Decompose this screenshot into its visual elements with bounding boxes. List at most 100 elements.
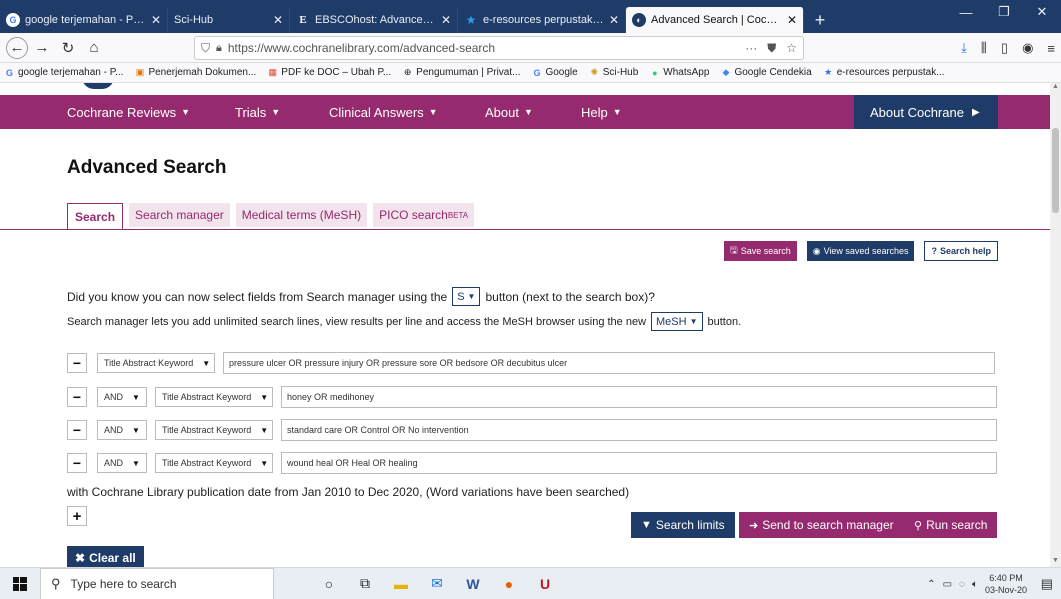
field-select[interactable]: Title Abstract Keyword ▼: [155, 387, 273, 407]
tab-medical-terms[interactable]: Medical terms (MeSH): [235, 203, 368, 227]
nav-help[interactable]: Help ▼: [581, 105, 622, 120]
bookmark-item[interactable]: ▦ PDF ke DOC – Ubah P...: [267, 67, 392, 78]
clock-time: 6:40 PM: [989, 573, 1023, 583]
browser-tab-4[interactable]: ★ e-resources perpustakaan nasio ✕: [458, 7, 626, 33]
tab-search[interactable]: Search: [67, 203, 124, 230]
caret-down-icon: ▼: [260, 458, 269, 468]
close-icon[interactable]: ✕: [441, 13, 451, 27]
chevron-up-icon[interactable]: ⌃: [927, 579, 935, 590]
operator-select[interactable]: AND ▼: [97, 453, 147, 473]
nav-about[interactable]: About ▼: [485, 105, 533, 120]
bookmark-item[interactable]: Ggoogle terjemahan - P...: [4, 67, 123, 78]
nav-clinical-answers[interactable]: Clinical Answers ▼: [329, 105, 438, 120]
scrollbar-thumb[interactable]: [1052, 128, 1059, 213]
close-icon[interactable]: ✕: [151, 13, 161, 27]
close-icon[interactable]: ✕: [273, 13, 283, 27]
new-tab-button[interactable]: +: [804, 7, 836, 33]
cochrane-logo[interactable]: [72, 83, 332, 93]
send-to-search-manager-button[interactable]: ➜ Send to search manager: [739, 512, 904, 538]
tab-search-manager[interactable]: Search manager: [129, 203, 230, 227]
browser-tab-1[interactable]: G google terjemahan - Penelusur ✕: [0, 7, 168, 33]
add-line-button[interactable]: +: [67, 506, 87, 526]
network-icon[interactable]: ◌: [959, 579, 965, 590]
file-explorer-icon[interactable]: ▬: [392, 575, 410, 593]
mesh-button[interactable]: MeSH ▼: [651, 312, 703, 331]
remove-line-button[interactable]: −: [67, 420, 87, 440]
menu-icon[interactable]: ≡: [1047, 41, 1055, 56]
sidebar-icon[interactable]: ▯: [1001, 40, 1008, 56]
windows-start-icon[interactable]: [0, 568, 40, 599]
battery-icon[interactable]: ▭: [943, 579, 952, 590]
page-actions-icon[interactable]: ···: [745, 41, 757, 56]
browser-tab-3[interactable]: E EBSCOhost: Advanced Search ✕: [290, 7, 458, 33]
operator-select[interactable]: AND ▼: [97, 387, 147, 407]
taskbar-search-input[interactable]: ⚲ Type here to search: [40, 567, 274, 599]
close-window-icon[interactable]: ✕: [1023, 0, 1061, 24]
back-icon[interactable]: ←: [6, 36, 28, 59]
save-search-button[interactable]: 🖫 Save search: [724, 241, 797, 261]
clear-all-button[interactable]: ✖ Clear all: [67, 546, 144, 567]
bookmark-item[interactable]: ▣ Penerjemah Dokumen...: [134, 67, 257, 78]
mail-icon[interactable]: ✉: [428, 575, 446, 593]
browser-tab-2[interactable]: Sci-Hub ✕: [168, 7, 290, 33]
notification-icon[interactable]: ▤: [1041, 576, 1053, 592]
reload-icon[interactable]: ↻: [56, 36, 80, 60]
remove-line-button[interactable]: −: [67, 387, 87, 407]
nav-cochrane-reviews[interactable]: Cochrane Reviews ▼: [67, 105, 190, 120]
bookmark-item[interactable]: ◆ Google Cendekia: [720, 67, 811, 78]
volume-icon[interactable]: 🔈︎: [972, 579, 978, 590]
search-query-input[interactable]: wound heal OR Heal OR healing: [281, 452, 997, 474]
run-search-button[interactable]: ⚲ Run search: [904, 512, 998, 538]
word-icon[interactable]: W: [464, 575, 482, 593]
restore-icon[interactable]: ❐: [985, 0, 1023, 24]
page-scrollbar[interactable]: ▲ ▼: [1050, 83, 1061, 567]
tab-pico-search[interactable]: PICO search BETA: [373, 203, 475, 227]
forward-icon[interactable]: →: [30, 36, 54, 60]
pocket-icon[interactable]: ⛊: [767, 41, 776, 56]
remove-line-button[interactable]: −: [67, 353, 87, 373]
page-title: Advanced Search: [67, 157, 227, 178]
operator-select[interactable]: AND ▼: [97, 420, 147, 440]
bookmark-label: PDF ke DOC – Ubah P...: [281, 67, 392, 78]
shield-icon[interactable]: ⛉: [201, 41, 210, 56]
view-saved-searches-button[interactable]: ◉ View saved searches: [806, 241, 915, 261]
info-text-line-2: Search manager lets you add unlimited se…: [67, 312, 741, 331]
s-field-button[interactable]: S ▼: [452, 287, 481, 306]
lock-icon[interactable]: 🔒︎: [216, 42, 222, 55]
star-icon: ★: [465, 13, 477, 27]
bookmark-item[interactable]: G Google: [531, 67, 577, 78]
clock[interactable]: 6:40 PM 03-Nov-20: [985, 572, 1027, 596]
firefox-icon[interactable]: ●: [500, 575, 518, 593]
search-query-input[interactable]: pressure ulcer OR pressure injury OR pre…: [223, 352, 995, 374]
task-view-icon[interactable]: ⧉: [356, 575, 374, 593]
scroll-down-icon[interactable]: ▼: [1050, 557, 1061, 567]
mcafee-icon[interactable]: U: [536, 575, 554, 593]
close-icon[interactable]: ✕: [609, 13, 619, 27]
url-text[interactable]: https://www.cochranelibrary.com/advanced…: [228, 41, 495, 55]
nav-trials[interactable]: Trials ▼: [235, 105, 280, 120]
search-query-input[interactable]: honey OR medihoney: [281, 386, 997, 408]
field-select[interactable]: Title Abstract Keyword ▼: [155, 420, 273, 440]
cortana-icon[interactable]: ○: [320, 575, 338, 593]
search-help-button[interactable]: ? Search help: [924, 241, 998, 261]
field-select[interactable]: Title Abstract Keyword ▼: [97, 353, 215, 373]
browser-tab-5[interactable]: ◐ Advanced Search | Cochrane Li ✕: [626, 7, 804, 33]
library-icon[interactable]: ⫼: [981, 40, 987, 56]
search-limits-button[interactable]: ▼ Search limits: [631, 512, 735, 538]
home-icon[interactable]: ⌂: [82, 36, 106, 60]
field-select[interactable]: Title Abstract Keyword ▼: [155, 453, 273, 473]
search-query-input[interactable]: standard care OR Control OR No intervent…: [281, 419, 997, 441]
about-cochrane-button[interactable]: About Cochrane ▶: [854, 95, 998, 129]
bookmark-item[interactable]: ✺ Sci-Hub: [589, 67, 638, 78]
bookmark-item[interactable]: ⊕ Pengumuman | Privat...: [402, 67, 521, 78]
remove-line-button[interactable]: −: [67, 453, 87, 473]
account-icon[interactable]: ◉: [1022, 40, 1033, 56]
bookmark-item[interactable]: ★ e-resources perpustak...: [823, 67, 944, 78]
bookmark-item[interactable]: ● WhatsApp: [649, 67, 709, 78]
bookmark-star-icon[interactable]: ☆: [786, 41, 797, 56]
download-icon[interactable]: ⤓: [961, 40, 967, 56]
address-bar[interactable]: ⛉ 🔒︎ https://www.cochranelibrary.com/adv…: [194, 36, 804, 60]
close-icon[interactable]: ✕: [787, 13, 797, 27]
scroll-up-icon[interactable]: ▲: [1050, 83, 1061, 93]
minimize-icon[interactable]: —: [947, 0, 985, 24]
